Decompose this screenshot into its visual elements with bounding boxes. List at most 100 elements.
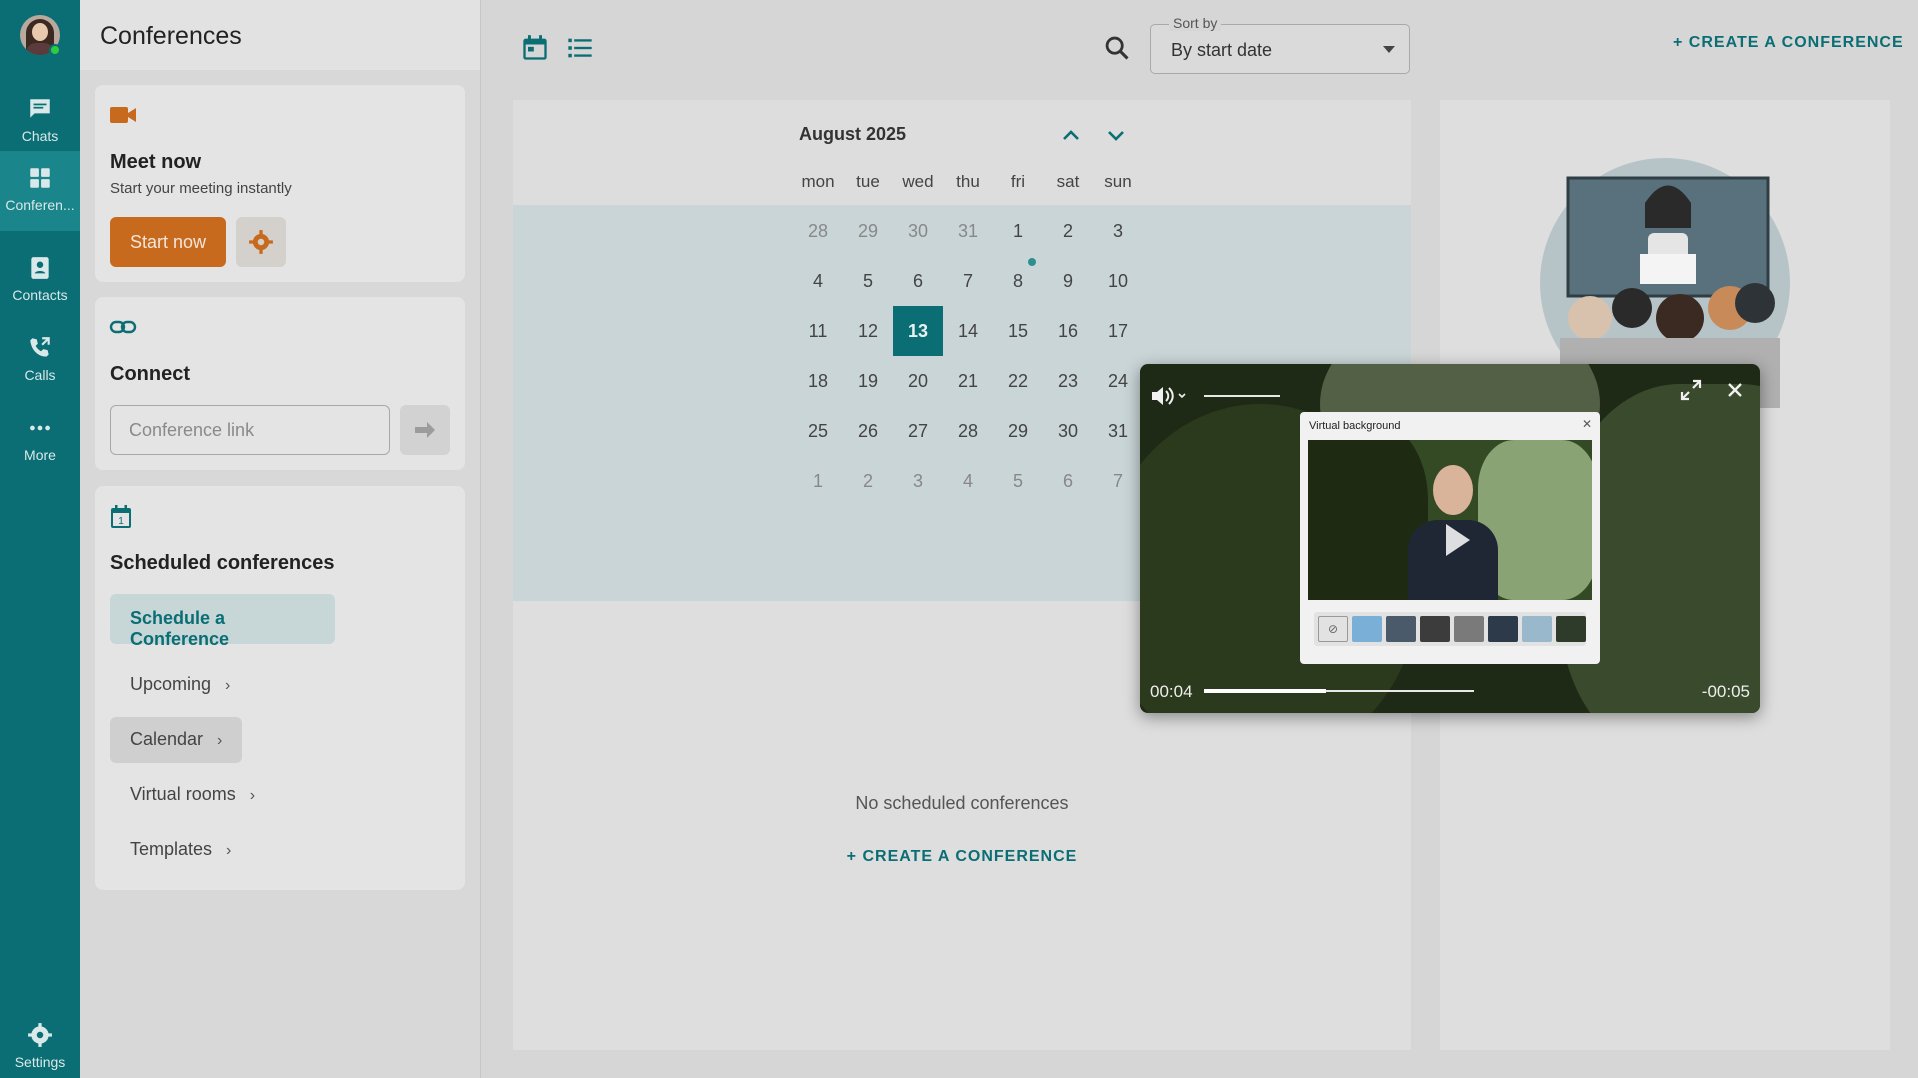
rail-item-more[interactable]: More [0,401,80,481]
calendar-day[interactable]: 27 [893,406,943,456]
day-number: 14 [957,321,979,341]
scheduled-title: Scheduled conferences [110,552,335,574]
day-number: 3 [1112,221,1123,241]
calendar-day[interactable]: 21 [943,356,993,406]
calendar-day[interactable]: 19 [843,356,893,406]
fullscreen-icon[interactable] [1679,378,1703,402]
rail-item-label: More [24,447,56,463]
background-thumbnails: ⊘ [1314,612,1586,646]
meet-now-subtitle: Start your meeting instantly [110,180,292,197]
schedule-conference-button[interactable]: Schedule a Conference [110,594,335,649]
background-thumbnail[interactable] [1420,616,1450,642]
calendar-day[interactable]: 5 [843,256,893,306]
calendar-day[interactable]: 12 [843,306,893,356]
calendar-day[interactable]: 10 [1093,256,1143,306]
chevron-down-icon[interactable] [1105,124,1127,146]
calendar-day[interactable]: 31 [1093,406,1143,456]
calendar-day[interactable]: 13 [893,306,943,356]
calendar-day[interactable]: 20 [893,356,943,406]
calendar-day[interactable]: 29 [843,206,893,256]
background-thumbnail[interactable] [1386,616,1416,642]
day-number: 13 [907,321,929,341]
calendar-day[interactable]: 31 [943,206,993,256]
calendar-day[interactable]: 7 [1093,456,1143,506]
calendar-day[interactable]: 15 [993,306,1043,356]
volume-slider[interactable] [1204,395,1280,397]
caret-down-icon [1383,46,1395,53]
day-number: 5 [862,271,873,291]
calendar-day[interactable]: 4 [793,256,843,306]
calendar-day[interactable]: 22 [993,356,1043,406]
calendar-day[interactable]: 25 [793,406,843,456]
calendar-day[interactable]: 18 [793,356,843,406]
calendar-day[interactable]: 30 [1043,406,1093,456]
calendar-day[interactable]: 16 [1043,306,1093,356]
rail-item-chats[interactable]: Chats [0,82,80,162]
join-link-button[interactable] [400,405,450,455]
weekday-label: fri [1010,172,1026,191]
volume-icon[interactable] [1150,386,1190,406]
gear-icon [249,230,273,254]
calendar-day[interactable]: 29 [993,406,1043,456]
video-player[interactable]: Virtual background ✕ ⊘ 00:04 -00:05 [1140,364,1760,713]
rail-item-conferences[interactable]: Conferen... [0,151,80,231]
nav-link-templates[interactable]: Templates › [110,827,251,873]
calendar-day[interactable]: 11 [793,306,843,356]
create-conference-link[interactable]: + CREATE A CONFERENCE [513,848,1411,866]
calendar-day[interactable]: 26 [843,406,893,456]
list-view-icon[interactable] [566,34,594,62]
calendar-day[interactable]: 9 [1043,256,1093,306]
search-icon[interactable] [1103,34,1131,62]
calendar-day[interactable]: 17 [1093,306,1143,356]
calendar-day[interactable]: 28 [943,406,993,456]
rail-item-settings[interactable]: Settings [0,1006,80,1078]
calendar-day[interactable]: 7 [943,256,993,306]
progress-bar[interactable] [1204,689,1474,693]
nav-link-virtual-rooms[interactable]: Virtual rooms › [110,772,275,818]
rail-item-contacts[interactable]: Contacts [0,241,80,321]
calendar-day[interactable]: 5 [993,456,1043,506]
background-thumbnail[interactable] [1352,616,1382,642]
calendar-day[interactable]: 30 [893,206,943,256]
background-thumbnail[interactable] [1522,616,1552,642]
calendar-day[interactable]: 14 [943,306,993,356]
background-thumbnail[interactable] [1556,616,1586,642]
calendar-day[interactable]: 23 [1043,356,1093,406]
rail-item-label: Chats [21,128,59,144]
calendar-day[interactable]: 3 [1093,206,1143,256]
calendar-day[interactable]: 3 [893,456,943,506]
sort-select[interactable]: Sort by By start date [1150,15,1410,74]
create-conference-link[interactable]: + CREATE A CONFERENCE [1673,34,1904,52]
nav-link-calendar[interactable]: Calendar › [110,717,243,763]
background-thumbnail[interactable] [1454,616,1484,642]
elapsed-time: 00:04 [1150,682,1193,701]
calendar-day[interactable]: 6 [893,256,943,306]
calendar-view-icon[interactable] [521,34,549,62]
calendar-day[interactable]: 2 [1043,206,1093,256]
calendar-day[interactable]: 24 [1093,356,1143,406]
close-icon[interactable] [1725,380,1745,400]
day-number: 29 [857,221,879,241]
calendar-day[interactable]: 1 [993,206,1043,256]
calendar-day[interactable]: 2 [843,456,893,506]
calendar-day[interactable]: 28 [793,206,843,256]
chevron-right-icon: › [225,677,231,694]
nav-link-upcoming[interactable]: Upcoming › [110,662,250,708]
arrow-right-icon [415,422,435,438]
no-background-thumbnail[interactable]: ⊘ [1318,616,1348,642]
conference-link-input[interactable]: Conference link [110,405,390,455]
calendar-day[interactable]: 6 [1043,456,1093,506]
day-number: 17 [1107,321,1129,341]
rail-item-calls[interactable]: Calls [0,321,80,401]
day-number: 20 [907,371,929,391]
more-icon [30,425,50,431]
calendar-day[interactable]: 1 [793,456,843,506]
sort-value: By start date [1171,40,1273,60]
start-now-button[interactable]: Start now [110,217,226,267]
background-thumbnail[interactable] [1488,616,1518,642]
calendar-day[interactable]: 8 [993,256,1043,306]
play-icon[interactable] [1446,524,1470,556]
calendar-day[interactable]: 4 [943,456,993,506]
chevron-up-icon[interactable] [1060,124,1082,146]
meeting-settings-button[interactable] [236,217,286,267]
